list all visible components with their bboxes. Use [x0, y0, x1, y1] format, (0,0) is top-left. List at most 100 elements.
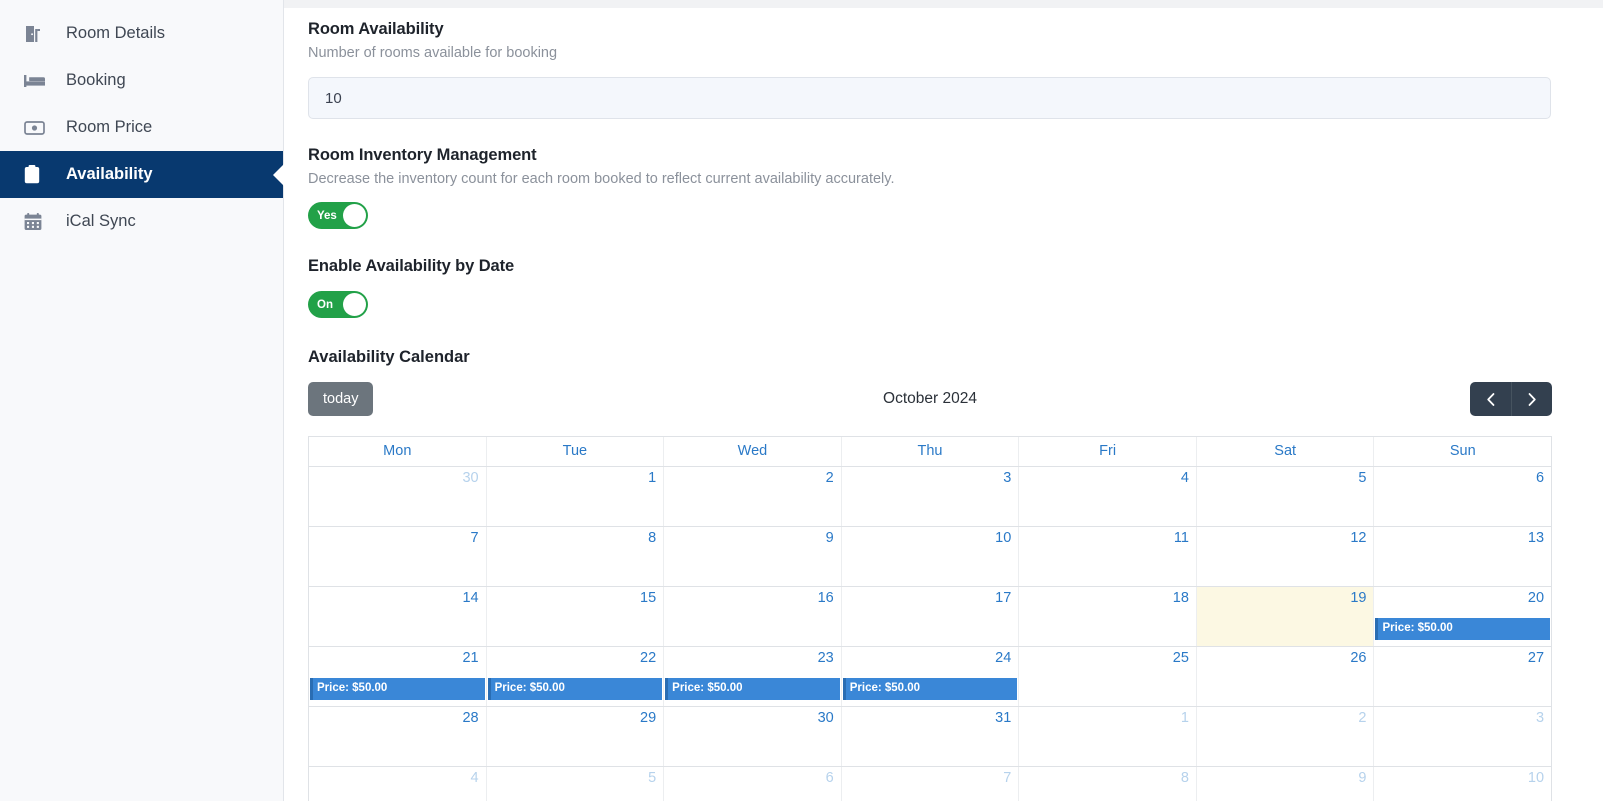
calendar-day-number: 25 — [1172, 650, 1189, 666]
calendar-day-cell[interactable]: 21 Price: $50.00 — [309, 647, 487, 706]
main-content: Room Availability Number of rooms availa… — [284, 0, 1603, 801]
calendar-day-cell[interactable]: 1 — [487, 467, 665, 526]
calendar-day-number: 5 — [648, 770, 657, 786]
calendar-day-cell[interactable]: 5 — [1197, 467, 1375, 526]
calendar-day-number: 3 — [1003, 470, 1012, 486]
calendar-price-event[interactable]: Price: $50.00 — [842, 677, 1018, 700]
calendar-day-number: 2 — [825, 470, 834, 486]
calendar-grid: Mon Tue Wed Thu Fri Sat Sun 30 1 2 3 4 5 6 7 8 9 10 11 12 1… — [308, 436, 1552, 801]
calendar-nav-group — [1470, 382, 1552, 416]
calendar-day-cell[interactable]: 29 — [487, 707, 665, 766]
calendar-day-cell[interactable]: 25 — [1019, 647, 1197, 706]
calendar-day-cell[interactable]: 2 — [664, 467, 842, 526]
calendar-weekday-tue: Tue — [487, 437, 665, 466]
calendar-day-cell[interactable]: 24 Price: $50.00 — [842, 647, 1020, 706]
calendar-day-cell[interactable]: 18 — [1019, 587, 1197, 646]
sidebar-item-ical-sync[interactable]: iCal Sync — [0, 198, 283, 245]
calendar-day-number: 3 — [1535, 710, 1545, 726]
calendar-day-cell[interactable]: 10 — [842, 527, 1020, 586]
calendar-toolbar: today October 2024 — [308, 382, 1552, 416]
calendar-day-cell[interactable]: 20 Price: $50.00 — [1374, 587, 1551, 646]
calendar-day-cell[interactable]: 11 — [1019, 527, 1197, 586]
calendar-week-row: 28 29 30 31 1 2 3 — [309, 707, 1551, 767]
calendar-day-number: 23 — [817, 650, 834, 666]
calendar-day-cell[interactable]: 8 — [487, 527, 665, 586]
sidebar-item-room-details[interactable]: Room Details — [0, 10, 283, 57]
availability-by-date-title: Enable Availability by Date — [308, 257, 515, 275]
sidebar-item-label: Room Details — [66, 24, 166, 42]
sidebar-item-booking[interactable]: Booking — [0, 57, 283, 104]
calendar-day-cell[interactable]: 14 — [309, 587, 487, 646]
calendar-day-number: 17 — [995, 590, 1012, 606]
calendar-day-cell[interactable]: 15 — [487, 587, 665, 646]
calendar-day-cell[interactable]: 7 — [309, 527, 487, 586]
calendar-day-cell[interactable]: 3 — [842, 467, 1020, 526]
calendar-day-cell[interactable]: 23 Price: $50.00 — [664, 647, 842, 706]
calendar-day-cell[interactable]: 1 — [1019, 707, 1197, 766]
calendar-day-cell[interactable]: 4 — [1019, 467, 1197, 526]
calendar-day-cell[interactable]: 9 — [664, 527, 842, 586]
calendar-day-number: 29 — [640, 710, 657, 726]
calendar-day-number: 15 — [640, 590, 657, 606]
calendar-prev-button[interactable] — [1470, 382, 1511, 416]
availability-calendar-title: Availability Calendar — [308, 348, 470, 366]
calendar-next-button[interactable] — [1511, 382, 1552, 416]
calendar-day-cell[interactable]: 27 — [1374, 647, 1551, 706]
room-availability-subtitle: Number of rooms available for booking — [308, 45, 558, 61]
calendar-weekday-sun: Sun — [1449, 443, 1476, 459]
calendar-day-cell[interactable]: 7 — [842, 767, 1020, 801]
settings-panel: Room Availability Number of rooms availa… — [284, 0, 1603, 801]
calendar-day-cell[interactable]: 16 — [664, 587, 842, 646]
sidebar-item-label: iCal Sync — [66, 212, 136, 230]
today-button[interactable]: today — [308, 382, 374, 416]
calendar-day-cell[interactable]: 6 — [664, 767, 842, 801]
room-availability-title: Room Availability — [308, 20, 444, 38]
bed-icon — [24, 73, 50, 89]
sidebar-item-availability[interactable]: Availability — [0, 151, 283, 198]
calendar-day-number: 8 — [648, 530, 657, 546]
calendar-day-number: 6 — [825, 770, 834, 786]
calendar-day-cell[interactable]: 10 — [1374, 767, 1551, 801]
calendar-day-number: 13 — [1527, 530, 1545, 546]
calendar-day-number: 5 — [1358, 470, 1367, 486]
room-inventory-subtitle: Decrease the inventory count for each ro… — [308, 171, 895, 187]
calendar-day-cell[interactable]: 3 — [1374, 707, 1551, 766]
room-inventory-management-section: Room Inventory Management Decrease the i… — [308, 146, 1575, 229]
calendar-day-cell[interactable]: 19 — [1196, 587, 1375, 646]
calendar-icon — [24, 212, 50, 231]
calendar-day-cell[interactable]: 26 — [1197, 647, 1375, 706]
calendar-day-cell[interactable]: 17 — [842, 587, 1020, 646]
calendar-day-cell[interactable]: 30 — [309, 467, 487, 526]
calendar-day-cell[interactable]: 9 — [1197, 767, 1375, 801]
calendar-day-number: 11 — [1173, 530, 1189, 546]
toggle-knob — [343, 293, 366, 316]
money-bill-icon — [24, 120, 50, 135]
calendar-week-row: 30 1 2 3 4 5 6 — [309, 467, 1551, 527]
calendar-price-event[interactable]: Price: $50.00 — [665, 677, 840, 700]
toggle-label: Yes — [317, 209, 337, 222]
availability-calendar-section: Availability Calendar today October 2024 — [308, 348, 1575, 801]
calendar-day-number: 10 — [995, 530, 1012, 546]
calendar-day-cell[interactable]: 6 — [1374, 467, 1551, 526]
calendar-price-event[interactable]: Price: $50.00 — [310, 677, 485, 700]
calendar-day-cell[interactable]: 12 — [1197, 527, 1375, 586]
calendar-day-number: 28 — [462, 710, 479, 726]
calendar-day-cell[interactable]: 8 — [1019, 767, 1197, 801]
calendar-price-event[interactable]: Price: $50.00 — [487, 677, 663, 700]
availability-by-date-section: Enable Availability by Date On — [308, 257, 1575, 318]
calendar-day-number: 1 — [1180, 710, 1189, 726]
calendar-price-event[interactable]: Price: $50.00 — [1375, 617, 1551, 640]
availability-by-date-toggle[interactable]: On — [308, 291, 368, 318]
calendar-day-cell[interactable]: 5 — [487, 767, 665, 801]
calendar-day-cell[interactable]: 2 — [1197, 707, 1375, 766]
room-inventory-toggle[interactable]: Yes — [308, 202, 368, 229]
calendar-day-cell[interactable]: 22 Price: $50.00 — [487, 647, 665, 706]
calendar-day-cell[interactable]: 4 — [309, 767, 487, 801]
calendar-day-cell[interactable]: 30 — [664, 707, 842, 766]
sidebar-item-room-price[interactable]: Room Price — [0, 104, 283, 151]
calendar-day-cell[interactable]: 31 — [842, 707, 1020, 766]
calendar-day-cell[interactable]: 13 — [1374, 527, 1551, 586]
room-availability-input[interactable]: 10 — [308, 77, 1551, 119]
calendar-day-number: 22 — [640, 650, 657, 666]
calendar-day-cell[interactable]: 28 — [309, 707, 487, 766]
